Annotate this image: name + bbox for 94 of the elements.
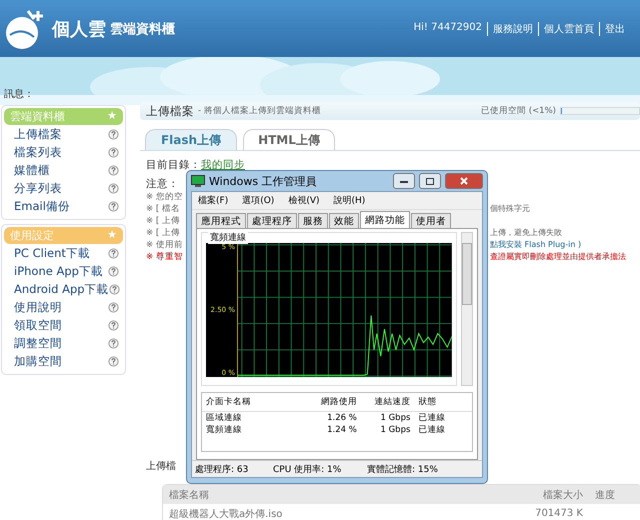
column-header: 檔案名稱 [168,488,210,502]
sidebar-item[interactable]: 加購空間 [12,354,62,369]
table-cell-text: 1 Gbps [379,413,412,423]
help-icon[interactable] [108,266,119,277]
maximize-icon [426,178,434,184]
sidebar-item[interactable]: 媒體櫃 [12,163,50,178]
table-cell-text: 1.24 % [326,425,358,435]
sidebar-item[interactable]: PC Client下載 [12,246,90,261]
menu-item[interactable]: 檢視(V) [288,194,320,207]
brand-name: 個人雲 [52,18,106,40]
header-link[interactable]: 登出 [599,22,630,36]
directory-label: 目前目錄： [146,159,201,171]
minimize-button[interactable] [393,173,415,189]
notes-label: 注意： [146,177,179,191]
install-link[interactable]: 點我安裝 Flash Plug-in ) [490,239,582,250]
column-header: 進度 [594,488,616,502]
table-cell-text: 已連線 [417,424,446,436]
sidebar-item[interactable]: 使用說明 [12,300,62,315]
header-link[interactable]: 個人雲首頁 [538,22,599,36]
brand-subtitle: 雲端資料櫃 [110,20,175,38]
menu-item[interactable]: 檔案(F) [198,194,228,207]
sidebar-item[interactable]: 調整空間 [12,336,62,351]
help-icon[interactable] [108,320,119,331]
help-icon[interactable] [108,302,119,313]
note-text: 查證屬實即刪除處理並由提供者承擔法 [490,251,626,262]
help-icon[interactable] [108,248,119,259]
scrollbar[interactable] [461,232,473,386]
status-text: 實體記憶體: 15% [366,464,439,476]
header-link[interactable]: Hi! 74472902 [408,22,487,36]
help-icon[interactable] [108,129,119,140]
star-glyph: ★ [107,109,117,124]
tab[interactable]: 應用程式 [196,213,246,228]
tab[interactable]: Flash上傳 [145,129,237,150]
section-title: 雲端資料櫃 [10,109,65,124]
table-cell-text: 寬頻連線 [205,424,243,436]
maximize-button[interactable] [419,173,441,189]
sidebar-item[interactable]: Android App下載 [12,282,109,297]
tab[interactable]: 使用者 [411,213,451,228]
table-cell-text: 701473 K [534,508,584,519]
directory-link[interactable]: 我的同步 [201,159,245,171]
group-title: 寬頻連線 [208,231,248,244]
sidebar-item[interactable]: Email備份 [12,199,70,214]
sidebar-item[interactable]: 上傳檔案 [12,127,62,142]
status-text: 處理程序: 63 [194,464,250,476]
column-header[interactable]: 狀態 [414,396,472,408]
help-icon[interactable] [108,284,120,295]
sidebar-item[interactable]: iPhone App下載 [12,264,103,279]
table-cell-text: 1 Gbps [379,425,412,435]
message-label: 訊息： [4,88,34,101]
column-header[interactable]: 網路使用 [287,396,361,408]
note-text: ※ [ 檔名 [146,203,180,215]
star-glyph: ★ [107,228,117,243]
tab[interactable]: 服務 [298,213,328,228]
note-text: ※ [ 上傳 [146,227,180,239]
close-button[interactable] [445,173,483,189]
close-icon [460,177,468,185]
page-title: 上傳檔案 [146,104,194,118]
menu-item[interactable]: 說明(H) [334,194,366,207]
section-title: 使用設定 [10,228,54,243]
monitor-icon [191,175,205,187]
window-title: Windows 工作管理員 [209,174,317,188]
sidebar-item[interactable]: 檔案列表 [12,145,62,160]
table-cell-text: 1.26 % [326,413,358,423]
page-subtitle: - 將個人檔案上傳到雲端資料櫃 [198,105,321,117]
sidebar-item[interactable]: 領取空間 [12,318,62,333]
help-icon[interactable] [108,201,119,212]
table-cell-text: 已連線 [417,412,446,424]
usage-label: 已使用空間 (<1%) [481,105,556,117]
sidebar-item[interactable]: 分享列表 [12,181,62,196]
note-text: ※ 尊重智 [146,251,183,263]
help-icon[interactable] [108,147,119,158]
help-icon[interactable] [108,183,119,194]
column-header[interactable]: 介面卡名稱 [202,396,288,408]
note-text: ※ 使用前 [146,239,183,251]
help-icon[interactable] [108,165,119,176]
status-text: CPU 使用率: 1% [272,464,342,476]
header-link[interactable]: 服務說明 [487,22,538,36]
table-cell-text: 區域連線 [205,412,243,424]
column-header: 檔案大小 [542,488,584,502]
help-icon[interactable] [108,356,119,367]
tab[interactable]: 處理程序 [247,213,297,228]
note-text: 上傳，避免上傳失敗 [490,227,562,238]
minimize-icon [400,180,408,182]
tab[interactable]: 效能 [329,213,359,228]
menu-item[interactable]: 選項(O) [242,194,274,207]
note-text: ※ [ 上傳 [146,215,180,227]
note-text: 個特殊字元 [490,203,530,214]
tab[interactable]: 網路功能 [360,211,410,228]
table-cell-text: 超級機器人大戰a外傳.iso [168,508,284,520]
tab[interactable]: HTML上傳 [243,129,335,150]
note-text: ※ 您的空 [146,191,183,203]
list-label: 上傳檔 [146,460,176,473]
column-header[interactable]: 連結速度 [360,396,414,408]
help-icon[interactable] [108,338,119,349]
